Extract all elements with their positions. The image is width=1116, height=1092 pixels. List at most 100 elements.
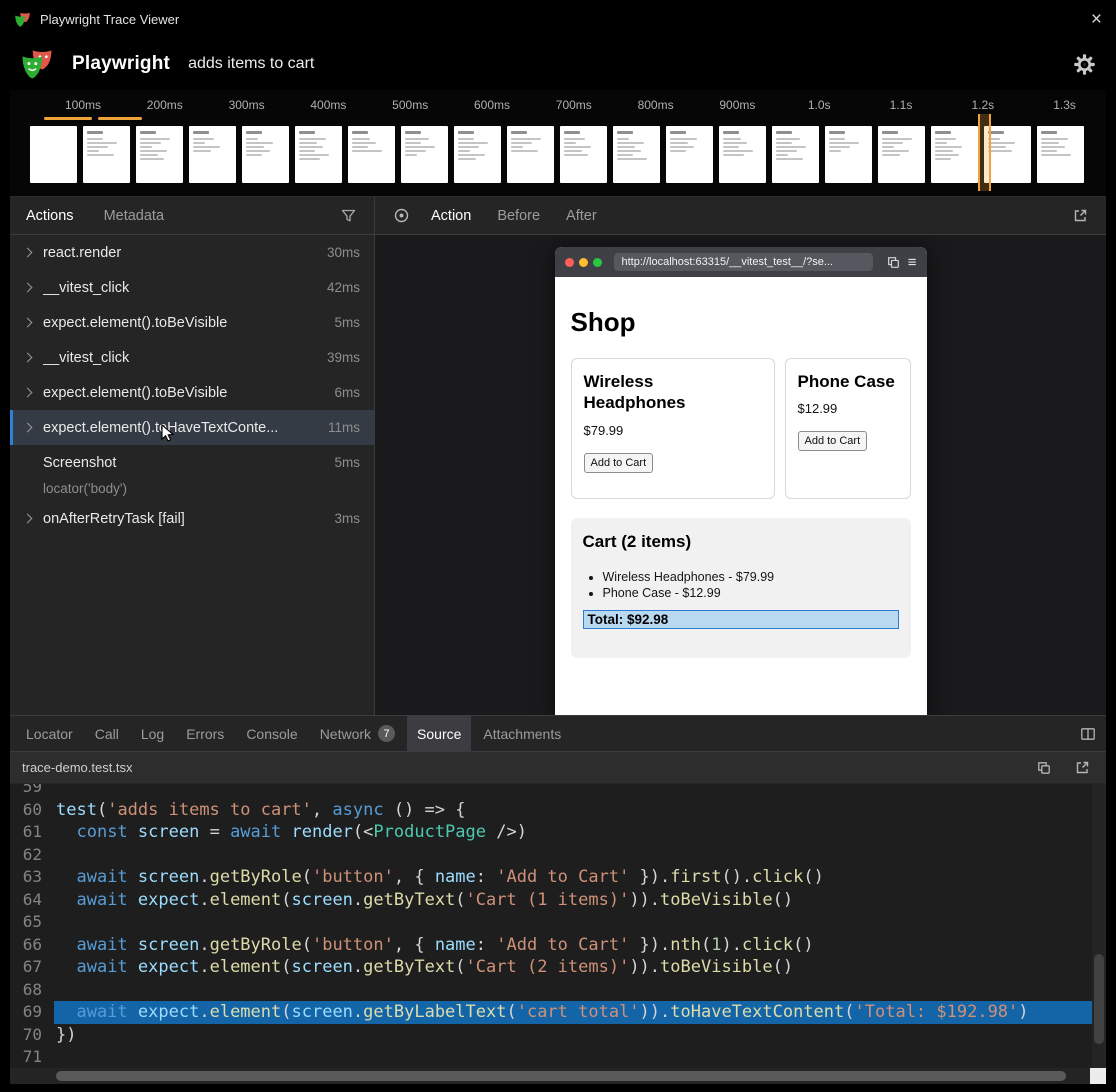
timeline-thumbnail[interactable]: [136, 126, 183, 183]
tab-label: Errors: [186, 726, 224, 742]
tab-before[interactable]: Before: [495, 197, 542, 234]
code-content: await screen.getByRole('button', { name:…: [54, 866, 1092, 889]
add-to-cart-button[interactable]: Add to Cart: [584, 453, 654, 473]
timeline-thumbnail[interactable]: [83, 126, 130, 183]
vertical-scrollbar[interactable]: [1092, 784, 1106, 1068]
code-line: 66 await screen.getByRole('button', { na…: [10, 934, 1092, 957]
traffic-light-red-icon: [565, 258, 574, 267]
timeline-thumbnail[interactable]: [189, 126, 236, 183]
traffic-light-yellow-icon: [579, 258, 588, 267]
filter-icon[interactable]: [336, 204, 360, 228]
playwright-logo-icon: [14, 11, 31, 28]
timeline-action-bar: [44, 117, 92, 120]
timeline-thumbnail[interactable]: [772, 126, 819, 183]
tab-attachments[interactable]: Attachments: [473, 716, 571, 751]
tab-label: Source: [417, 726, 461, 742]
tab-action[interactable]: Action: [429, 197, 473, 234]
chevron-right-icon[interactable]: [24, 388, 33, 397]
action-row[interactable]: expect.element().toHaveTextConte...11ms: [10, 410, 374, 445]
actions-tabbar: Actions Metadata: [10, 197, 374, 235]
action-duration: 11ms: [328, 420, 360, 435]
timeline-thumbnail[interactable]: [666, 126, 713, 183]
action-label: react.render: [43, 245, 317, 261]
timeline-thumbnail[interactable]: [825, 126, 872, 183]
timeline-thumbnail[interactable]: [613, 126, 660, 183]
timeline-selection-marker[interactable]: [978, 114, 991, 191]
close-icon[interactable]: ×: [1091, 10, 1102, 29]
timeline-thumbnail[interactable]: [719, 126, 766, 183]
action-locator: locator('body'): [10, 475, 374, 501]
tab-metadata[interactable]: Metadata: [102, 197, 166, 234]
menu-icon[interactable]: ≡: [908, 254, 917, 271]
copy-url-icon[interactable]: [885, 250, 903, 274]
brand-title: Playwright: [72, 53, 170, 75]
tab-source[interactable]: Source: [407, 716, 471, 751]
tab-errors[interactable]: Errors: [176, 716, 234, 751]
timeline-thumbnail[interactable]: [984, 126, 1031, 183]
open-source-external-icon[interactable]: [1070, 756, 1094, 780]
tab-after[interactable]: After: [564, 197, 599, 234]
filmstrip: [30, 126, 1084, 183]
scrollbar-corner: [1090, 1068, 1106, 1084]
product-name: Phone Case: [798, 371, 898, 392]
chevron-right-icon[interactable]: [24, 248, 33, 257]
timeline-thumbnail[interactable]: [348, 126, 395, 183]
preview-tabbar-tabs: Action Before After: [429, 197, 599, 234]
action-row[interactable]: onAfterRetryTask [fail]3ms: [10, 501, 374, 536]
pick-locator-icon[interactable]: [389, 204, 413, 228]
chevron-right-icon[interactable]: [24, 353, 33, 362]
chevron-right-icon[interactable]: [24, 423, 33, 432]
code-line: 61 const screen = await render(<ProductP…: [10, 821, 1092, 844]
action-duration: 6ms: [334, 385, 360, 400]
chevron-right-icon[interactable]: [24, 318, 33, 327]
tab-console[interactable]: Console: [236, 716, 307, 751]
product-grid: Wireless Headphones$79.99Add to Cart Phon…: [571, 358, 911, 499]
timeline-thumbnail[interactable]: [242, 126, 289, 183]
line-number: 67: [10, 956, 54, 979]
tab-actions[interactable]: Actions: [24, 197, 76, 234]
timeline-label: 1.2s: [971, 98, 994, 112]
product-card: Wireless Headphones$79.99Add to Cart: [571, 358, 775, 499]
tab-network[interactable]: Network7: [310, 716, 405, 751]
settings-gear-icon[interactable]: [1072, 52, 1096, 76]
timeline-thumbnail[interactable]: [295, 126, 342, 183]
timeline-thumbnail[interactable]: [878, 126, 925, 183]
action-row[interactable]: expect.element().toBeVisible5ms: [10, 305, 374, 340]
tab-label: Call: [95, 726, 119, 742]
action-row[interactable]: expect.element().toBeVisible 6ms: [10, 375, 374, 410]
timeline-thumbnail[interactable]: [1037, 126, 1084, 183]
tab-log[interactable]: Log: [131, 716, 174, 751]
action-row[interactable]: __vitest_click39ms: [10, 340, 374, 375]
timeline-thumbnail[interactable]: [454, 126, 501, 183]
timeline-action-bar: [98, 117, 142, 120]
timeline-thumbnail[interactable]: [507, 126, 554, 183]
line-number: 71: [10, 1046, 54, 1069]
actions-panel: ActionsMetadata react.render30ms__vitest…: [10, 197, 375, 715]
horizontal-scrollbar[interactable]: [10, 1068, 1090, 1084]
network-count-badge: 7: [378, 725, 395, 742]
action-row[interactable]: __vitest_click42ms: [10, 270, 374, 305]
action-row[interactable]: react.render30ms: [10, 235, 374, 270]
code-content: [54, 979, 1092, 1002]
line-number: 63: [10, 866, 54, 889]
code-line: 68: [10, 979, 1092, 1002]
timeline-thumbnail[interactable]: [560, 126, 607, 183]
action-label: expect.element().toBeVisible: [43, 385, 324, 401]
timeline-thumbnail[interactable]: [30, 126, 77, 183]
chevron-right-icon[interactable]: [24, 514, 33, 523]
line-number: 59: [10, 784, 54, 799]
vertical-scrollbar-thumb[interactable]: [1094, 954, 1104, 1044]
add-to-cart-button[interactable]: Add to Cart: [798, 431, 868, 451]
horizontal-scrollbar-thumb[interactable]: [56, 1071, 1066, 1081]
split-view-icon[interactable]: [1076, 722, 1100, 746]
code-line: 60test('adds items to cart', async () =>…: [10, 799, 1092, 822]
chevron-right-icon[interactable]: [24, 283, 33, 292]
tab-call[interactable]: Call: [85, 716, 129, 751]
code-line: 63 await screen.getByRole('button', { na…: [10, 866, 1092, 889]
open-snapshot-external-icon[interactable]: [1068, 204, 1092, 228]
tab-locator[interactable]: Locator: [16, 716, 83, 751]
timeline-thumbnail[interactable]: [401, 126, 448, 183]
copy-source-icon[interactable]: [1032, 756, 1056, 780]
timeline-thumbnail[interactable]: [931, 126, 978, 183]
trace-test-title: adds items to cart: [188, 55, 314, 73]
